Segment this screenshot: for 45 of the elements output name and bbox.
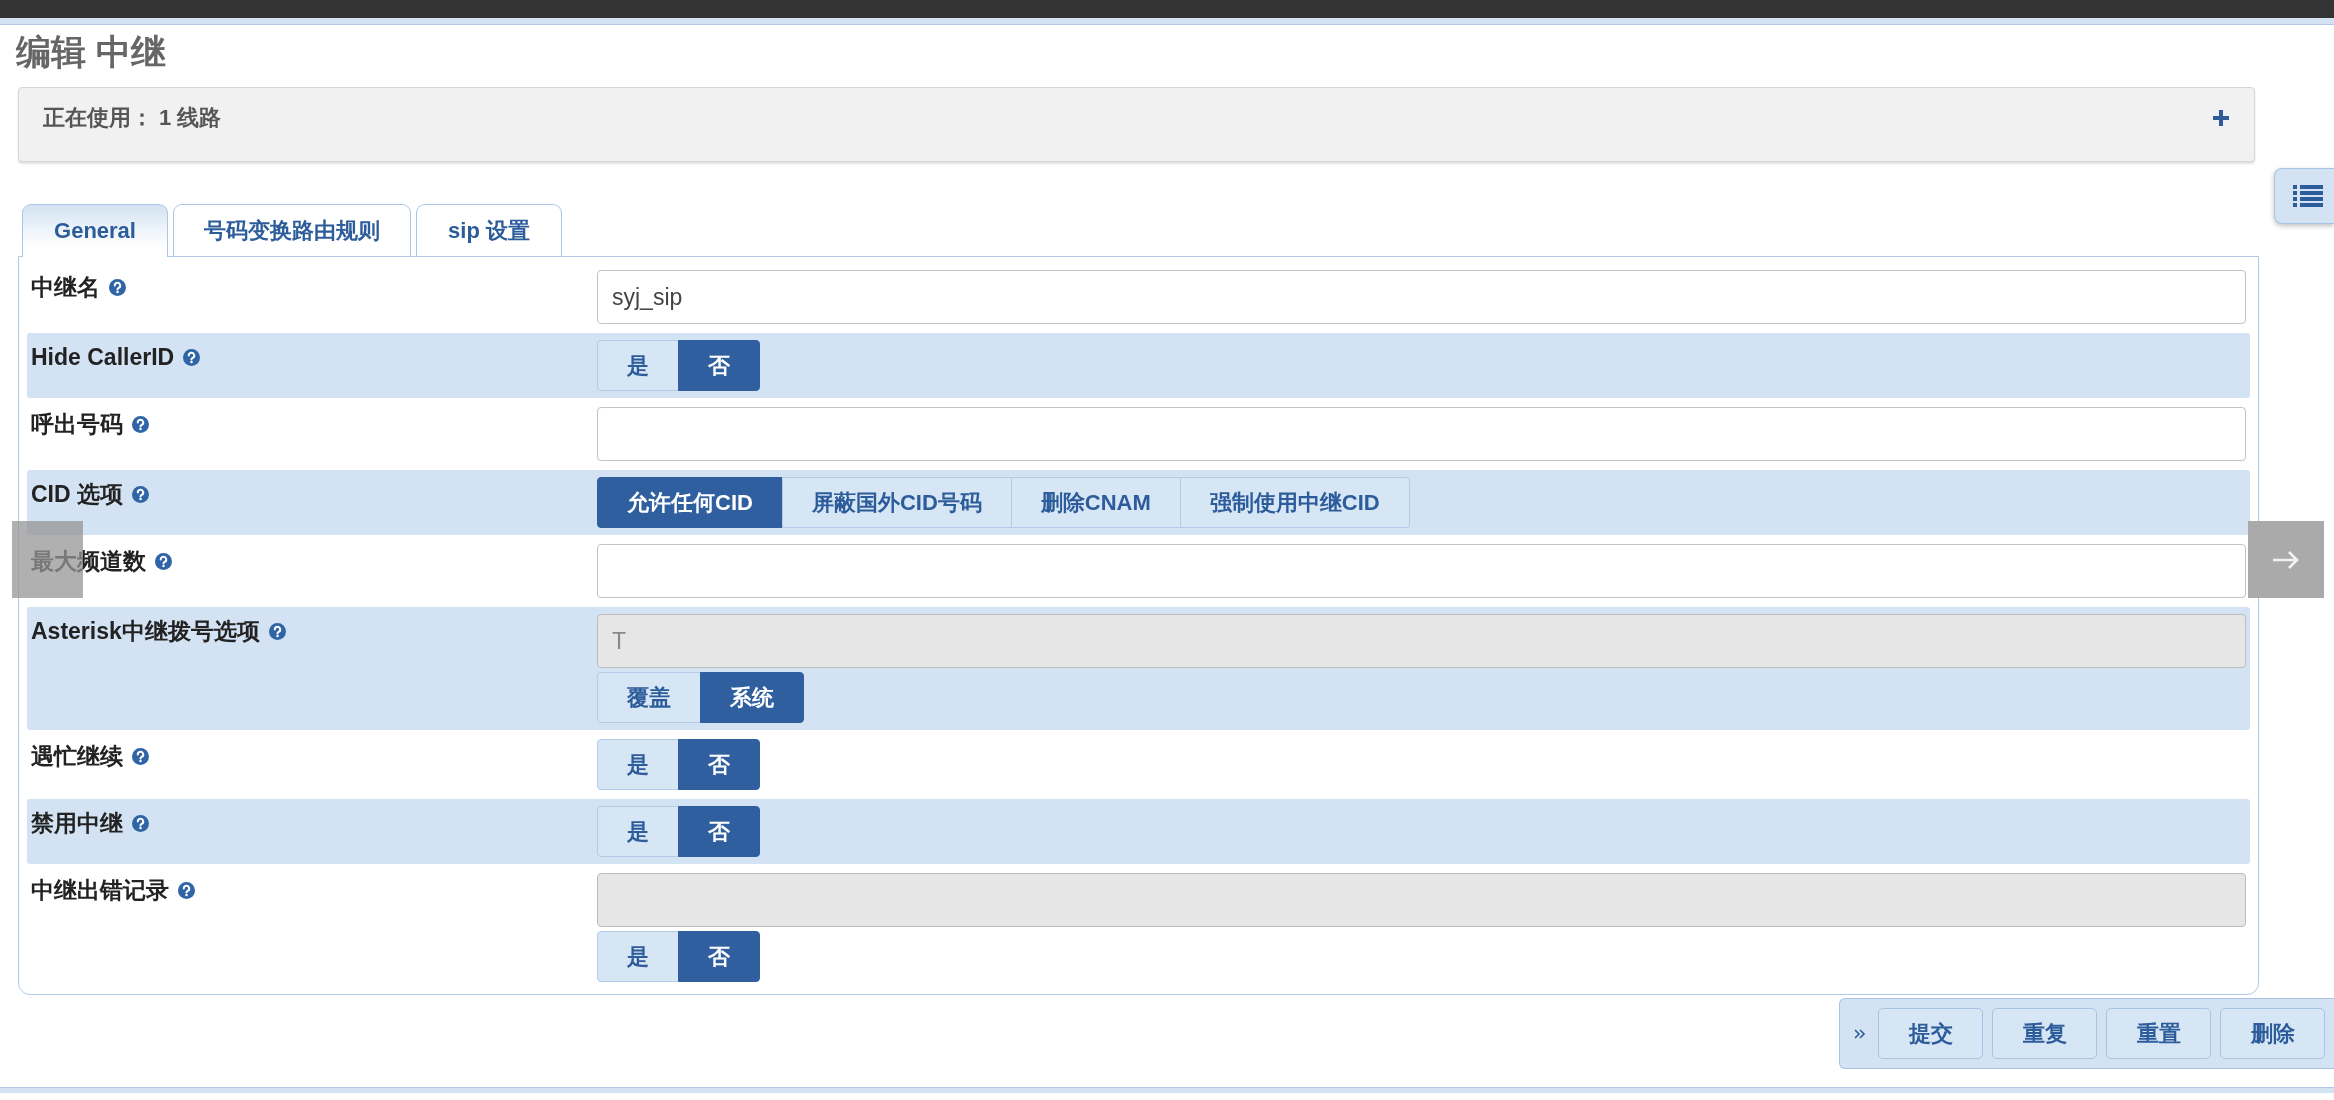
double-chevron-icon[interactable]	[1854, 1027, 1866, 1040]
field-label: 呼出号码	[31, 410, 123, 439]
help-icon[interactable]	[132, 748, 149, 765]
action-button[interactable]: 提交	[1878, 1008, 1983, 1059]
action-button[interactable]: 重置	[2106, 1008, 2211, 1059]
tab[interactable]: 号码变换路由规则	[173, 204, 411, 256]
help-icon[interactable]	[178, 882, 195, 899]
usage-text: 正在使用： 1 线路	[43, 104, 222, 132]
field-label: 遇忙继续	[31, 742, 123, 771]
field-label: Hide CallerID	[31, 343, 175, 372]
list-icon	[2293, 185, 2323, 207]
field-label: 中继名	[31, 273, 100, 302]
list-button[interactable]	[2274, 168, 2334, 224]
input-field[interactable]: syj_sip	[597, 270, 2246, 324]
arrow-right-icon	[2272, 549, 2300, 570]
help-icon[interactable]	[109, 279, 126, 296]
option-button[interactable]: 否	[678, 739, 760, 790]
option-button[interactable]: 删除CNAM	[1010, 477, 1181, 528]
option-button[interactable]: 否	[678, 806, 760, 857]
help-icon[interactable]	[183, 349, 201, 366]
action-button[interactable]: 重复	[1992, 1008, 2097, 1059]
input-field[interactable]	[597, 544, 2246, 598]
help-icon[interactable]	[268, 623, 286, 640]
page-title: 编辑 中继	[16, 31, 166, 73]
option-button[interactable]: 屏蔽国外CID号码	[781, 477, 1012, 528]
help-icon[interactable]	[132, 416, 149, 433]
option-button[interactable]: 是	[597, 806, 679, 857]
help-icon[interactable]	[155, 553, 172, 570]
option-button[interactable]: 强制使用中继CID	[1179, 477, 1410, 528]
help-icon[interactable]	[132, 815, 149, 832]
plus-icon[interactable]	[2213, 110, 2229, 126]
field-label: 中继出错记录	[31, 876, 169, 905]
tab[interactable]: General	[22, 204, 168, 257]
tab[interactable]: sip 设置	[416, 204, 562, 256]
field-label: 最大频道数	[31, 547, 146, 576]
field-label: 禁用中继	[31, 809, 123, 838]
help-icon[interactable]	[132, 486, 149, 503]
action-button[interactable]: 删除	[2220, 1008, 2325, 1059]
option-button[interactable]: 是	[597, 739, 679, 790]
input-field[interactable]	[597, 407, 2246, 461]
option-button[interactable]: 是	[597, 340, 679, 391]
option-button[interactable]: 允许任何CID	[597, 477, 783, 528]
field-label: CID 选项	[31, 480, 123, 509]
option-button[interactable]: 否	[678, 340, 760, 391]
field-label: Asterisk中继拨号选项	[31, 617, 260, 646]
